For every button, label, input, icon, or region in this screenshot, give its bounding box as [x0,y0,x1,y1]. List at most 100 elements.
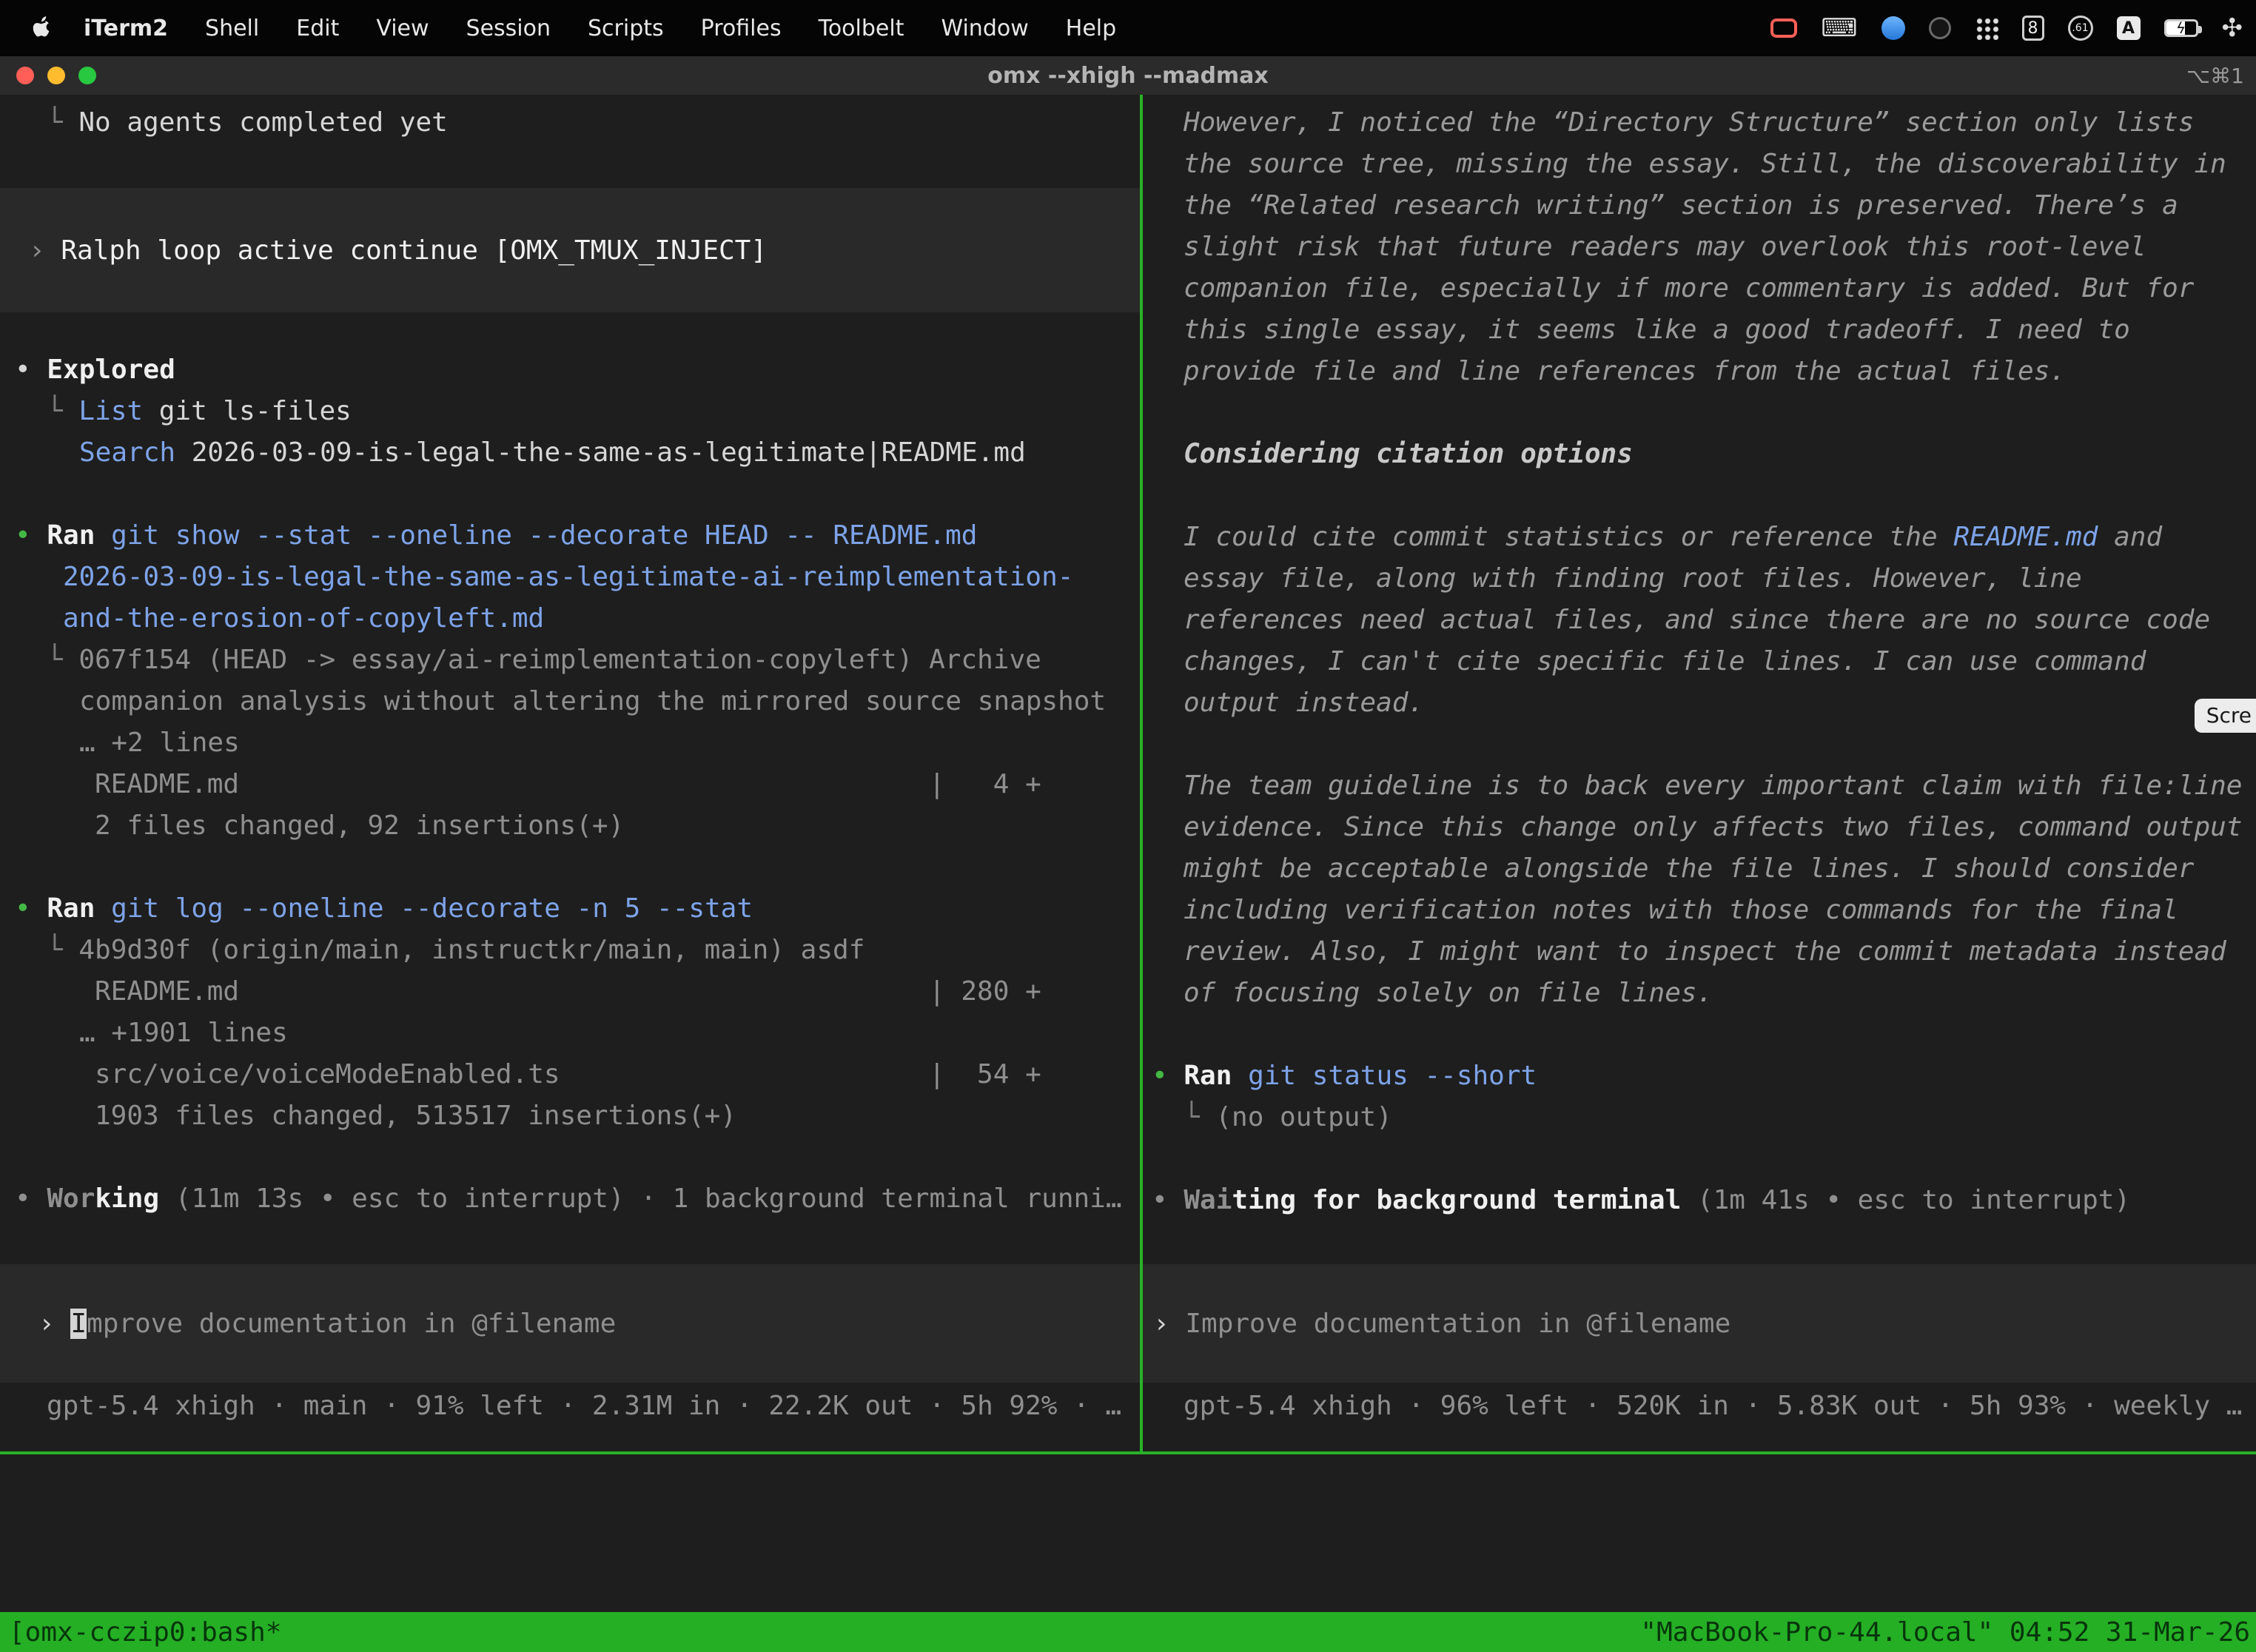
bullet: • [15,520,47,551]
screen-edge-tooltip[interactable]: Scre [2195,699,2256,733]
right-pane[interactable]: However, I noticed the “Directory Struct… [1143,95,2256,1451]
reasoning-line: The team guideline is to back every impo… [1152,765,2256,807]
prompt-chevron: › [38,1309,70,1339]
reasoning-line: might be acceptable alongside the file l… [1152,848,2256,890]
tree-connector: └ [47,645,78,675]
git-show-stat-2: 2 files changed, 92 insertions(+) [15,805,1140,847]
app-icon-blue[interactable] [1881,16,1905,40]
tmux-session-name: [omx-cczip0:bash* [9,1617,281,1648]
reasoning-line: However, I noticed the “Directory Struct… [1152,102,2256,144]
close-button[interactable] [16,67,34,84]
bullet: • [15,893,47,924]
menu-profiles[interactable]: Profiles [682,16,800,41]
reasoning-line: changes, I can't cite specific file line… [1152,641,2256,682]
left-pane[interactable]: └ No agents completed yet › Ralph loop a… [0,95,1140,1451]
explored-search-line: Search 2026-03-09-is-legal-the-same-as-l… [15,432,1140,474]
git-log-stat-3: 1903 files changed, 513517 insertions(+) [15,1095,1140,1137]
ran-git-log-line: • Ran git log --oneline --decorate -n 5 … [15,888,1140,930]
working-status-line: • Working (11m 13s • esc to interrupt) ·… [15,1178,1140,1220]
minimize-button[interactable] [47,67,65,84]
reasoning-line: essay file, along with finding root file… [1152,558,2256,600]
reasoning-line: references need actual files, and since … [1152,600,2256,641]
reasoning-line: provide file and line references from th… [1152,351,2256,392]
model-status-line: gpt-5.4 xhigh · 96% left · 520K in · 5.8… [1152,1386,2256,1427]
battery-icon[interactable]: ϟ [2164,19,2198,37]
prompt-input[interactable]: › Improve documentation in @filename [1143,1264,2256,1383]
bolt-icon: ϟ [2176,19,2186,37]
apple-logo [30,15,52,41]
menu-scripts[interactable]: Scripts [569,16,682,41]
dots-grid-icon[interactable] [1975,16,1998,40]
bullet: • [15,355,47,385]
bullet: • [1152,1061,1184,1091]
ran-git-show-arg1: 2026-03-09-is-legal-the-same-as-legitima… [15,557,1140,598]
ralph-loop-banner: › Ralph loop active continue [OMX_TMUX_I… [0,188,1140,312]
git-status-output: └ (no output) [1152,1097,2256,1138]
readme-link[interactable]: README.md [1953,522,2098,552]
window-shortcut: ⌥⌘1 [2186,64,2244,88]
menu-toolbelt[interactable]: Toolbelt [800,16,923,41]
reasoning-line: I could cite commit statistics or refere… [1152,517,2256,558]
zoom-button[interactable] [78,67,96,84]
menu-shell[interactable]: Shell [187,16,278,41]
waiting-status-line: • Waiting for background terminal (1m 41… [1152,1180,2256,1221]
reasoning-line: companion file, especially if more comme… [1152,268,2256,309]
app-icon-dark[interactable] [1929,17,1951,39]
reasoning-line: of focusing solely on file lines. [1152,973,2256,1014]
git-log-more[interactable]: … +1901 lines [15,1013,1140,1054]
fan-icon[interactable]: ✣ [2222,13,2243,43]
reasoning-line: the “Related research writing” section i… [1152,185,2256,226]
menu-view[interactable]: View [357,16,447,41]
window-title: omx --xhigh --madmax [987,63,1269,89]
model-status-line: gpt-5.4 xhigh · main · 91% left · 2.31M … [15,1386,1140,1427]
menu-session[interactable]: Session [448,16,569,41]
reasoning-line: output instead. [1152,682,2256,724]
tmux-status-bar: [omx-cczip0:bash* "MacBook-Pro-44.local"… [0,1612,2256,1652]
ran-git-status-line: • Ran git status --short [1152,1055,2256,1097]
pane-divider-horizontal [0,1451,2256,1454]
reasoning-line: the source tree, missing the essay. Stil… [1152,144,2256,185]
git-show-stat-1: README.md | 4 + [15,764,1140,805]
reasoning-heading: Considering citation options [1152,434,2256,475]
input-source-icon[interactable]: A [2117,16,2141,40]
no-agents-line: └ No agents completed yet [15,102,1140,144]
git-show-output-1: └ 067f154 (HEAD -> essay/ai-reimplementa… [15,639,1140,681]
bullet: • [15,1183,47,1214]
ran-git-show-arg2: and-the-erosion-of-copyleft.md [15,598,1140,639]
screen-recording-icon[interactable] [1770,19,1797,38]
explored-list-line: └ List git ls-files [15,391,1140,432]
tree-connector: └ [47,935,78,965]
menu-window[interactable]: Window [922,16,1047,41]
ran-git-show-line: • Ran git show --stat --oneline --decora… [15,515,1140,557]
bullet: • [1152,1185,1184,1215]
keyboard-icon[interactable]: ⌨ [1821,13,1857,43]
terminal-window: └ No agents completed yet › Ralph loop a… [0,95,2256,1652]
menu-iterm2[interactable]: iTerm2 [65,16,187,41]
reasoning-line: evidence. Since this change only affects… [1152,807,2256,848]
tmux-host-time: "MacBook-Pro-44.local" 04:52 31-Mar-26 [1640,1617,2250,1648]
apple-menu[interactable] [25,15,65,41]
explored-line: • Explored [15,349,1140,391]
git-log-stat-2: src/voice/voiceModeEnabled.ts | 54 + [15,1054,1140,1095]
git-show-output-2: companion analysis without altering the … [15,681,1140,722]
menu-help[interactable]: Help [1047,16,1135,41]
tree-connector: └ [47,396,78,426]
prompt-chevron: › [29,235,61,266]
reasoning-line: this single essay, it seems like a good … [1152,309,2256,351]
git-log-output-1: └ 4b9d30f (origin/main, instructkr/main,… [15,930,1140,971]
menu-bar: iTerm2 Shell Edit View Session Scripts P… [0,0,2256,56]
prompt-chevron: › [1153,1309,1185,1339]
reasoning-line: review. Also, I might want to inspect th… [1152,931,2256,973]
gauge-icon[interactable]: .61 [2068,16,2093,41]
menu-edit[interactable]: Edit [278,16,357,41]
reasoning-line: slight risk that future readers may over… [1152,226,2256,268]
git-log-stat-1: README.md | 280 + [15,971,1140,1013]
text-cursor: I [70,1309,87,1339]
tree-connector: └ [1184,1102,1215,1132]
key-8-icon[interactable]: 8 [2022,16,2044,41]
git-show-more[interactable]: … +2 lines [15,722,1140,764]
prompt-input[interactable]: › Improve documentation in @filename [0,1264,1140,1383]
title-bar[interactable]: omx --xhigh --madmax ⌥⌘1 [0,56,2256,95]
omx-status-bar: [OMX#0.11.9]cczip/essay/ai-reimplementat… [0,1473,2256,1514]
reasoning-line: including verification notes with those … [1152,890,2256,931]
